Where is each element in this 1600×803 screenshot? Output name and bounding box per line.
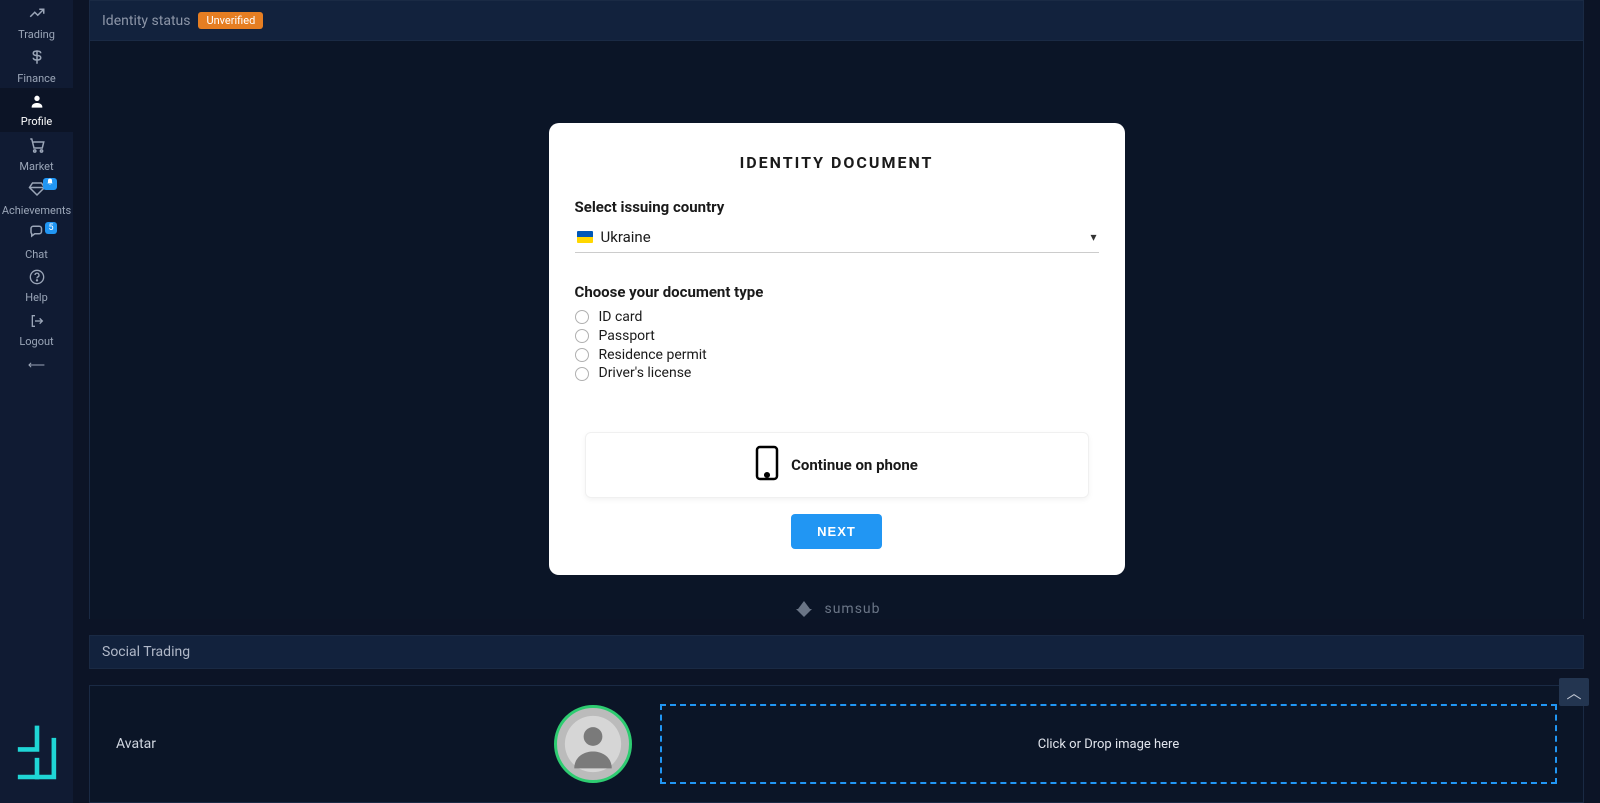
doc-option-drivers-license[interactable]: Driver's license	[575, 365, 1099, 382]
sidebar-item-label: Profile	[21, 115, 52, 128]
identity-document-card: IDENTITY DOCUMENT Select issuing country…	[549, 123, 1125, 575]
content-area: IDENTITY DOCUMENT Select issuing country…	[89, 41, 1584, 619]
avatar-drop-zone[interactable]: Click or Drop image here	[660, 704, 1557, 784]
sidebar-item-finance[interactable]: Finance	[0, 44, 73, 88]
radio-icon	[575, 329, 589, 343]
card-title: IDENTITY DOCUMENT	[575, 153, 1099, 172]
sidebar-item-chat[interactable]: Chat 5	[0, 220, 73, 264]
next-button-label: NEXT	[817, 524, 856, 539]
issuing-country-value: Ukraine	[601, 228, 651, 246]
identity-status-badge: Unverified	[198, 12, 263, 29]
chart-line-icon	[28, 4, 46, 25]
avatar-section: Avatar Click or Drop image here ︿	[89, 685, 1584, 803]
comments-icon	[28, 224, 46, 245]
sumsub-label: sumsub	[824, 601, 880, 617]
sidebar-item-label: Trading	[18, 28, 55, 41]
main-area: Identity status Unverified IDENTITY DOCU…	[73, 0, 1600, 803]
identity-status-bar: Identity status Unverified	[89, 0, 1584, 41]
continue-on-phone-button[interactable]: Continue on phone	[585, 432, 1089, 498]
sidebar-item-profile[interactable]: Profile	[0, 88, 73, 132]
scroll-to-top-button[interactable]: ︿	[1559, 678, 1589, 706]
sumsub-logo-icon	[792, 601, 816, 617]
doc-option-passport[interactable]: Passport	[575, 328, 1099, 345]
doc-option-label: Passport	[599, 328, 655, 345]
user-icon	[29, 93, 45, 112]
sidebar-item-label: Finance	[17, 72, 55, 85]
document-type-label: Choose your document type	[575, 283, 1099, 301]
avatar-image[interactable]	[554, 705, 632, 783]
chevron-up-icon: ︿	[1566, 682, 1581, 703]
avatar-label: Avatar	[116, 736, 536, 752]
social-trading-title: Social Trading	[102, 644, 190, 660]
chat-count-badge: 5	[45, 222, 57, 234]
avatar-placeholder-icon	[563, 714, 623, 774]
sidebar-item-help[interactable]: Help	[0, 264, 73, 308]
sidebar-item-logout[interactable]: Logout	[0, 308, 73, 352]
doc-option-label: ID card	[599, 309, 643, 326]
app-logo	[0, 723, 73, 785]
sidebar-item-label: Help	[25, 291, 48, 304]
smartphone-icon	[755, 445, 779, 485]
next-button[interactable]: NEXT	[791, 514, 882, 549]
social-trading-header: Social Trading	[89, 635, 1584, 669]
avatar-drop-text: Click or Drop image here	[1038, 737, 1179, 752]
sidebar: Trading Finance Profile Market Achieveme…	[0, 0, 73, 803]
dollar-icon	[28, 48, 46, 69]
doc-option-id-card[interactable]: ID card	[575, 309, 1099, 326]
document-type-options: ID card Passport Residence permit Driver…	[575, 309, 1099, 382]
sidebar-item-label: Chat	[25, 248, 48, 261]
issuing-country-select[interactable]: Ukraine ▾	[575, 224, 1099, 253]
sidebar-item-market[interactable]: Market	[0, 132, 73, 176]
flag-ukraine-icon	[577, 231, 593, 243]
radio-icon	[575, 348, 589, 362]
sidebar-item-label: Achievements	[2, 204, 71, 217]
chevron-down-icon: ▾	[1090, 230, 1096, 244]
notification-badge	[43, 178, 57, 190]
question-circle-icon	[29, 269, 45, 288]
sumsub-branding: sumsub	[792, 601, 880, 617]
doc-option-label: Residence permit	[599, 347, 707, 364]
issuing-country-label: Select issuing country	[575, 198, 1099, 216]
sidebar-item-label: Logout	[19, 335, 53, 348]
sidebar-item-achievements[interactable]: Achievements	[0, 176, 73, 220]
identity-status-label: Identity status	[102, 13, 190, 29]
radio-icon	[575, 310, 589, 324]
continue-on-phone-label: Continue on phone	[791, 456, 918, 474]
doc-option-residence-permit[interactable]: Residence permit	[575, 347, 1099, 364]
arrow-left-icon: ⟵	[28, 358, 45, 372]
doc-option-label: Driver's license	[599, 365, 692, 382]
sidebar-item-trading[interactable]: Trading	[0, 0, 73, 44]
cart-icon	[28, 136, 46, 157]
sign-out-icon	[29, 313, 45, 332]
radio-icon	[575, 367, 589, 381]
sidebar-item-label: Market	[19, 160, 53, 173]
sidebar-collapse-button[interactable]: ⟵	[0, 352, 73, 378]
